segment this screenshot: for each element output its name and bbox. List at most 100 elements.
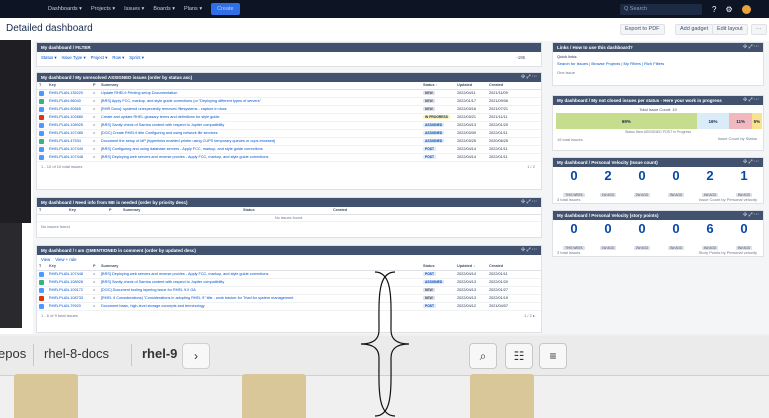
pagination[interactable]: 1 / 2 ▸ — [524, 313, 535, 318]
issue-summary[interactable]: [RHR Docs]: systemd unexpectedly removed… — [99, 105, 421, 114]
col-priority[interactable]: P — [107, 207, 121, 215]
table-row[interactable]: RHELPLAN-96040 = [BRS] Apply FCC, markup, … — [37, 97, 541, 106]
col-type[interactable]: T — [37, 82, 47, 90]
folder-icon[interactable] — [14, 374, 78, 418]
table-row[interactable]: RHELPLAN-107448 = [BRS] Deploying web serv… — [37, 270, 541, 279]
filter-status[interactable]: Status ▾ — [41, 55, 57, 61]
issue-summary[interactable]: Create and update RHEL glossary terms an… — [99, 113, 421, 122]
menu-projects[interactable]: Projects ▾ — [91, 6, 115, 12]
col-summary[interactable]: Summary — [121, 207, 241, 215]
gadget-controls-icon[interactable]: ✣ ⤢ ··· — [743, 212, 759, 218]
chevron-right-icon[interactable]: › — [182, 343, 210, 369]
col-created[interactable]: Created — [487, 82, 541, 90]
col-status[interactable]: Status — [241, 207, 331, 215]
issue-key[interactable]: RHELPLAN-107449 — [47, 145, 91, 154]
menu-boards[interactable]: Boards ▾ — [153, 6, 175, 12]
filter-issue-type[interactable]: Issue Type ▾ — [62, 55, 86, 61]
issue-key[interactable]: RHELPLAN-108928 — [47, 278, 91, 287]
col-created[interactable]: Created — [487, 263, 541, 271]
col-status[interactable]: Status — [421, 263, 455, 271]
issue-key[interactable]: RHELPLAN-107485 — [47, 129, 91, 138]
filter-sprint[interactable]: Sprint ▾ — [129, 55, 144, 61]
table-row[interactable]: RHELPLAN-108928 = [BRS] Sanity check of Sa… — [37, 278, 541, 287]
col-created[interactable]: Created — [331, 207, 541, 215]
col-key[interactable]: Key — [67, 207, 107, 215]
gadget-controls-icon[interactable]: ✣ ⤢ ··· — [521, 247, 537, 253]
table-row[interactable]: RHELPLAN-47534 = Document the setup of ldP… — [37, 137, 541, 146]
table-row[interactable]: RHELPLAN-102680 = Create and update RHEL g… — [37, 113, 541, 122]
gear-icon[interactable]: ⚙ — [725, 5, 732, 14]
col-summary[interactable]: Summary — [99, 82, 421, 90]
col-key[interactable]: Key — [47, 82, 91, 90]
breadcrumb-item-rhel-8-docs[interactable]: rhel-8-docs — [44, 346, 109, 361]
issue-key[interactable]: RHELPLAN-96040 — [47, 97, 91, 106]
gadget-controls-icon[interactable]: ✣ ⤢ ··· — [743, 97, 759, 103]
table-row[interactable]: RHELPLAN-108733 = [RHEL 9 Considerations] … — [37, 294, 541, 303]
view-toggle-icon[interactable]: ☷ — [505, 343, 533, 369]
issue-key[interactable]: RHELPLAN-79920 — [47, 302, 91, 311]
quick-links[interactable]: Search for Issues | Browse Projects | My… — [553, 61, 763, 68]
status-segment[interactable]: 69% — [556, 113, 697, 129]
table-row[interactable]: RHELPLAN-108925 = [BRS] Sanity check of Sa… — [37, 121, 541, 130]
issue-summary[interactable]: [BRS] Configuring and using database ser… — [99, 145, 421, 154]
status-segment[interactable]: 5% — [751, 113, 763, 129]
gadget-controls-icon[interactable]: ✣ ⤢ ··· — [521, 199, 537, 205]
folder-icon[interactable] — [242, 374, 306, 418]
edit-layout-button[interactable]: Edit layout — [712, 24, 748, 35]
issue-summary[interactable]: [BRS] Apply FCC, markup, and style guide… — [99, 97, 421, 106]
col-priority[interactable]: P — [91, 82, 99, 90]
table-row[interactable]: RHELPLAN-107485 = [DOC] Create RHEL9 title… — [37, 129, 541, 138]
gadget-controls-icon[interactable]: ✣ ⤢ ··· — [743, 159, 759, 165]
export-pdf-button[interactable]: Export to PDF — [620, 24, 665, 35]
avatar[interactable] — [741, 4, 751, 14]
status-segment[interactable]: 16% — [696, 113, 730, 129]
issue-key[interactable]: RHELPLAN-107448 — [47, 153, 91, 162]
more-button[interactable]: ··· — [751, 24, 767, 35]
status-segment[interactable]: 11% — [729, 113, 752, 129]
issue-key[interactable]: RHELPLAN-108925 — [47, 121, 91, 130]
add-gadget-button[interactable]: Add gadget — [675, 24, 714, 35]
filter-project[interactable]: Project ▾ — [91, 55, 108, 61]
col-summary[interactable]: Summary — [99, 263, 421, 271]
help-icon[interactable]: ? — [712, 5, 716, 14]
folder-icon[interactable] — [470, 374, 534, 418]
tab-view[interactable]: View — [41, 257, 50, 262]
issue-key[interactable]: RHELPLAN-135220 — [47, 89, 91, 98]
col-type[interactable]: T — [37, 207, 67, 215]
breadcrumb-item-epos[interactable]: epos — [0, 346, 26, 361]
pagination[interactable]: 1 / 2 — [527, 164, 535, 169]
search-icon[interactable]: ⌕ — [469, 343, 497, 369]
gadget-controls-icon[interactable]: ✣ ⤢ ··· — [743, 44, 759, 50]
col-key[interactable]: Key — [47, 263, 91, 271]
issue-key[interactable]: RHELPLAN-108733 — [47, 294, 91, 303]
table-row[interactable]: RHELPLAN-135220 = Update RHEL9 Printing se… — [37, 89, 541, 98]
menu-plans[interactable]: Plans ▾ — [184, 6, 202, 12]
breadcrumb-item-rhel-9[interactable]: rhel-9 — [142, 346, 177, 361]
issue-key[interactable]: RHELPLAN-102680 — [47, 113, 91, 122]
issue-key[interactable]: RHELPLAN-47534 — [47, 137, 91, 146]
col-status[interactable]: Status ↑ — [421, 82, 455, 90]
issue-key[interactable]: RHELPLAN-107448 — [47, 270, 91, 279]
issue-summary[interactable]: [BRS] Deploying web servers and reverse … — [99, 153, 421, 162]
col-priority[interactable]: P — [91, 263, 99, 271]
search-input[interactable]: Q Search — [620, 4, 702, 15]
table-row[interactable]: RHELPLAN-79920 = Document basic, high-leve… — [37, 302, 541, 311]
issue-key[interactable]: RHELPLAN-90565 — [47, 105, 91, 114]
menu-icon[interactable]: ≡ — [539, 343, 567, 369]
col-type[interactable]: T — [37, 263, 47, 271]
menu-dashboards[interactable]: Dashboards ▾ — [48, 6, 82, 12]
create-button[interactable]: Create — [211, 3, 240, 15]
col-updated[interactable]: Updated ↓ — [455, 263, 487, 271]
filter-row[interactable]: Row ▾ — [112, 55, 124, 61]
gadget-controls-icon[interactable]: ✣ ⤢ ··· — [521, 74, 537, 80]
issue-key[interactable]: RHELPLAN-109172 — [47, 286, 91, 295]
table-row[interactable]: RHELPLAN-90565 = [RHR Docs]: systemd unexp… — [37, 105, 541, 114]
tab-view-rule[interactable]: View + rule — [55, 257, 76, 262]
table-row[interactable]: RHELPLAN-107448 = [BRS] Deploying web serv… — [37, 153, 541, 162]
issue-summary[interactable]: [DOC] Create RHEL9 title Configuring and… — [99, 129, 421, 138]
issue-summary[interactable]: [BRS] Sanity check of Samba content with… — [99, 121, 421, 130]
issue-summary[interactable]: Update RHEL9 Printing setup Documentatio… — [99, 89, 421, 98]
table-row[interactable]: RHELPLAN-107449 = [BRS] Configuring and us… — [37, 145, 541, 154]
issue-summary[interactable]: Document the setup of ldP (hyperlinks en… — [99, 137, 421, 146]
table-row[interactable]: RHELPLAN-109172 = [DOC] Document tooling l… — [37, 286, 541, 295]
